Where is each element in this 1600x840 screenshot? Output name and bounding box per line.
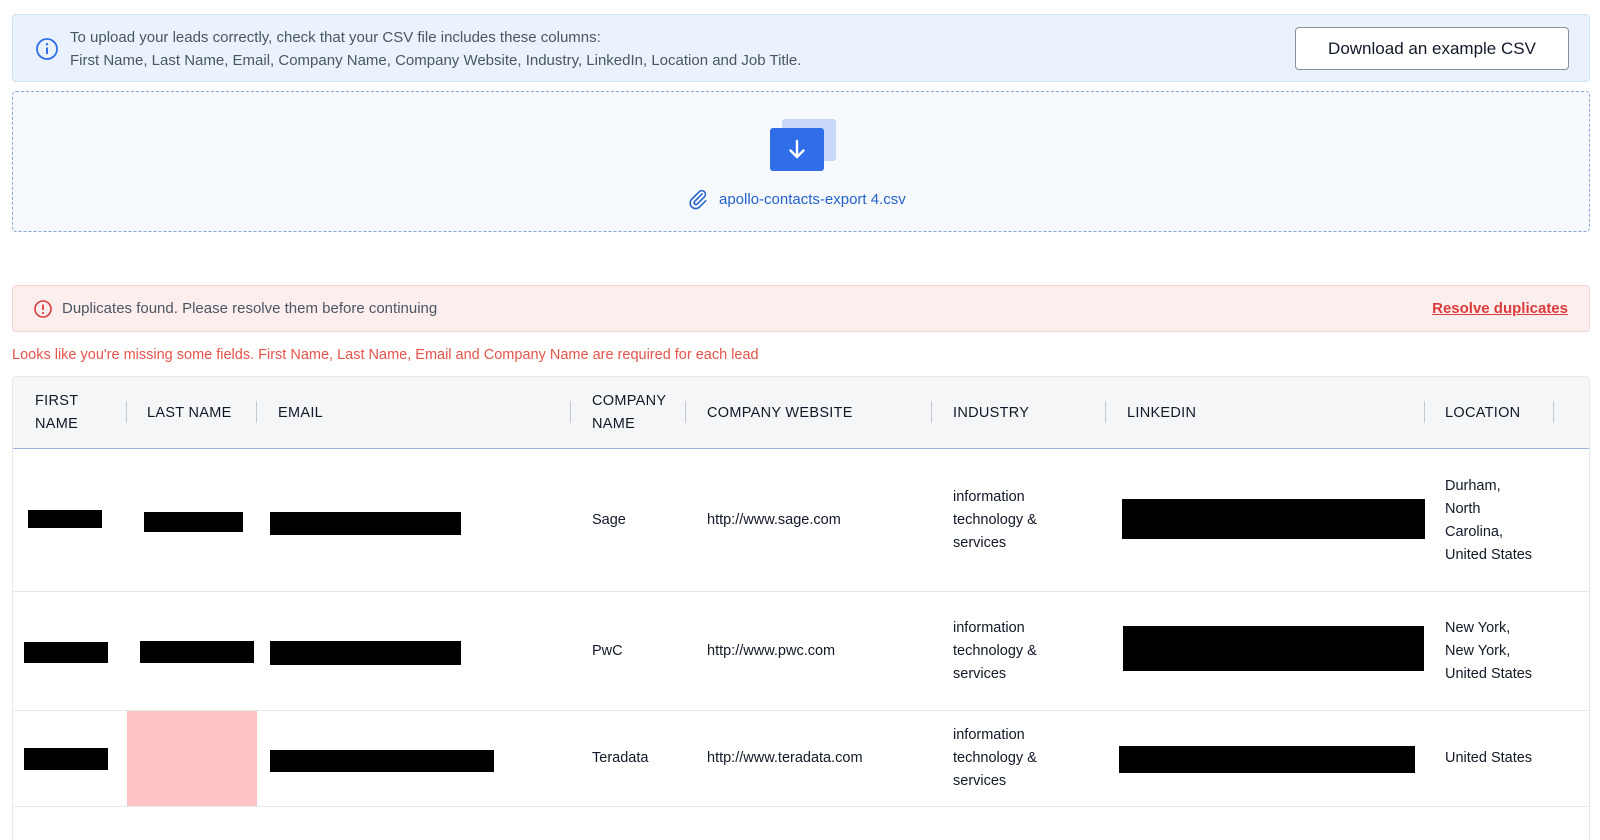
- header-linkedin[interactable]: LINKEDIN: [1127, 377, 1196, 449]
- redacted-first-name: [28, 510, 102, 528]
- alert-circle-icon: [34, 300, 52, 318]
- missing-last-name-cell[interactable]: [127, 711, 257, 806]
- company-name-cell: Teradata: [592, 750, 649, 766]
- header-company-name[interactable]: COMPANY NAME: [592, 377, 677, 449]
- redacted-linkedin: [1119, 746, 1415, 773]
- info-circle-icon: [36, 38, 58, 60]
- location-cell: Durham, North Carolina, United States: [1445, 477, 1533, 563]
- table-header: FIRST NAME LAST NAME EMAIL COMPANY NAME …: [13, 377, 1589, 449]
- header-industry[interactable]: INDUSTRY: [953, 377, 1029, 449]
- file-name[interactable]: apollo-contacts-export 4.csv: [719, 191, 906, 208]
- header-location[interactable]: LOCATION: [1445, 377, 1520, 449]
- redacted-linkedin: [1123, 626, 1424, 671]
- company-website-cell: http://www.pwc.com: [707, 642, 836, 659]
- redacted-first-name: [24, 748, 108, 770]
- company-name-cell: PwC: [592, 642, 623, 659]
- company-website-cell: http://www.sage.com: [707, 512, 841, 528]
- redacted-last-name: [144, 512, 243, 532]
- company-name-cell: Sage: [592, 512, 626, 528]
- duplicates-alert: Duplicates found. Please resolve them be…: [12, 285, 1590, 332]
- redacted-last-name: [140, 641, 254, 663]
- upload-icon: [770, 119, 836, 171]
- csv-format-info-banner: To upload your leads correctly, check th…: [12, 14, 1590, 82]
- industry-cell: information technology & services: [953, 727, 1037, 789]
- header-first-name[interactable]: FIRST NAME: [35, 377, 115, 449]
- redacted-email: [270, 641, 461, 665]
- resolve-duplicates-link[interactable]: Resolve duplicates: [1432, 300, 1568, 317]
- location-cell: New York, New York, United States: [1445, 619, 1533, 682]
- redacted-email: [270, 512, 461, 535]
- industry-cell: information technology & services: [953, 619, 1037, 682]
- table-row[interactable]: Sage http://www.sage.com information tec…: [13, 450, 1589, 592]
- info-text-line-1: To upload your leads correctly, check th…: [70, 29, 601, 46]
- paperclip-icon: [689, 189, 707, 210]
- missing-fields-warning: Looks like you're missing some fields. F…: [12, 347, 759, 363]
- header-email[interactable]: EMAIL: [278, 377, 323, 449]
- redacted-first-name: [24, 642, 108, 663]
- location-cell: United States: [1445, 750, 1533, 766]
- download-example-csv-button[interactable]: Download an example CSV: [1295, 27, 1569, 70]
- company-website-cell: http://www.teradata.com: [707, 750, 863, 766]
- uploaded-file[interactable]: apollo-contacts-export 4.csv: [687, 188, 906, 210]
- redacted-linkedin: [1122, 499, 1425, 539]
- header-last-name[interactable]: LAST NAME: [147, 377, 232, 449]
- info-text-line-2: First Name, Last Name, Email, Company Na…: [70, 52, 802, 69]
- leads-table: FIRST NAME LAST NAME EMAIL COMPANY NAME …: [12, 376, 1590, 840]
- csv-dropzone[interactable]: apollo-contacts-export 4.csv: [12, 91, 1590, 232]
- industry-cell: information technology & services: [953, 489, 1037, 551]
- redacted-email: [270, 750, 494, 772]
- table-row[interactable]: PwC http://www.pwc.com information techn…: [13, 592, 1589, 711]
- duplicates-message: Duplicates found. Please resolve them be…: [62, 300, 438, 317]
- table-row[interactable]: Teradata http://www.teradata.com informa…: [13, 711, 1589, 807]
- header-company-website[interactable]: COMPANY WEBSITE: [707, 377, 853, 449]
